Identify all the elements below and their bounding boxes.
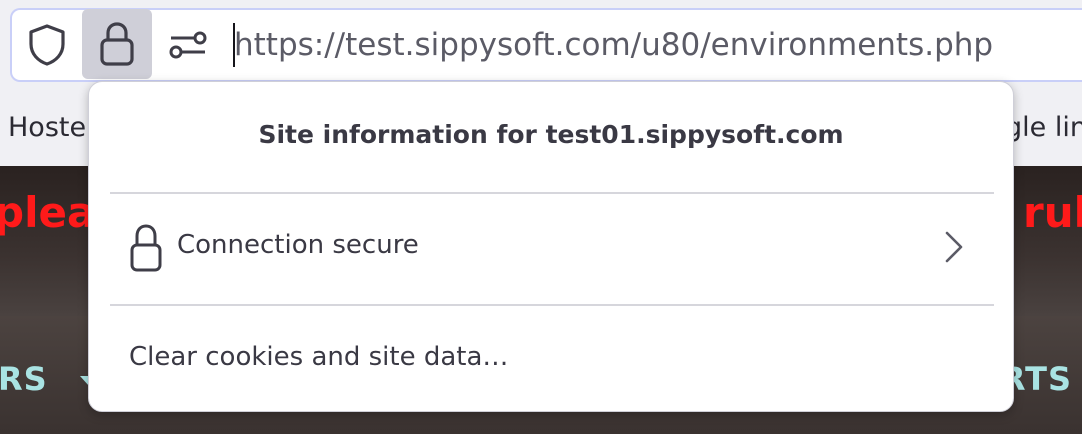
banner-text: rul xyxy=(1022,188,1082,237)
permissions-button[interactable] xyxy=(162,16,214,74)
shield-icon xyxy=(29,24,65,66)
clear-cookies-button[interactable]: Clear cookies and site data… xyxy=(99,326,1003,392)
chevron-right-icon xyxy=(945,231,963,263)
panel-title: Site information for test01.sippysoft.co… xyxy=(258,120,844,149)
site-info-panel: Site information for test01.sippysoft.co… xyxy=(88,81,1014,412)
connection-security-button[interactable]: Connection secure xyxy=(99,210,1003,286)
tracking-protection-button[interactable] xyxy=(22,16,72,74)
url-text[interactable]: https://test.sippysoft.com/u80/environme… xyxy=(234,23,993,67)
bookmark-item[interactable]: Hoste xyxy=(8,112,86,143)
site-identity-button[interactable] xyxy=(82,9,152,79)
permissions-sliders-icon xyxy=(169,31,207,59)
bookmark-item[interactable]: gle lin xyxy=(1005,112,1082,143)
connection-label: Connection secure xyxy=(177,230,419,260)
lock-icon xyxy=(130,224,162,272)
divider xyxy=(110,304,994,306)
clear-cookies-label: Clear cookies and site data… xyxy=(129,342,509,372)
divider xyxy=(110,192,994,194)
navigation-toolbar: https://test.sippysoft.com/u80/environme… xyxy=(0,0,1082,94)
nav-menu-item[interactable]: RS xyxy=(0,360,48,398)
lock-icon xyxy=(100,22,134,66)
